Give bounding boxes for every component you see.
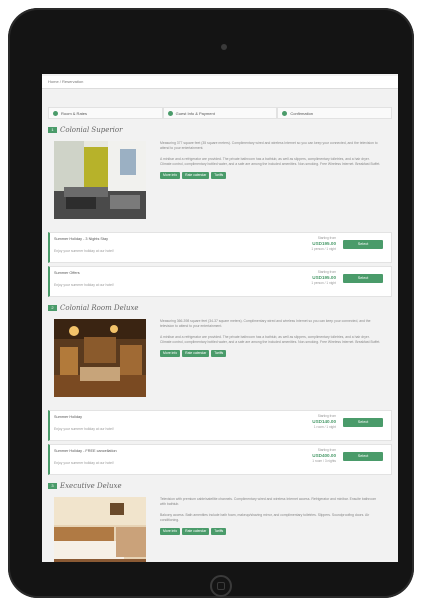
- room-card: 3 Executive Deluxe Television with premi…: [48, 479, 392, 562]
- rate-description: Enjoy your summer holiday at our hotel!: [54, 461, 114, 465]
- more-info-button[interactable]: More info: [160, 528, 181, 535]
- rate-calendar-button[interactable]: Rate calendar: [182, 350, 210, 357]
- room-description: Television with premium cable/satellite …: [160, 497, 377, 506]
- breadcrumb: Home / Reservation: [42, 76, 398, 89]
- rate-from-label: Starting from: [317, 270, 336, 274]
- rate-from-label: Starting from: [317, 236, 336, 240]
- room-card: 1 Colonial Superior Measuring 377 square…: [48, 123, 392, 297]
- step-icon: [53, 110, 58, 116]
- room-description: A minibar and a refrigerator are provide…: [160, 157, 381, 166]
- rate-price: USD195.00: [312, 275, 336, 280]
- select-button[interactable]: Select: [343, 418, 383, 427]
- rate-calendar-button[interactable]: Rate calendar: [182, 528, 210, 535]
- home-button[interactable]: [210, 575, 232, 597]
- rate-row: Summer Holiday - FREE cancellation Enjoy…: [48, 444, 392, 475]
- tablet-frame: Home / Reservation Room & Rates Guest In…: [8, 8, 414, 598]
- room-description: Measuring 377 square feet (35 square met…: [160, 141, 378, 150]
- rate-description: Enjoy your summer holiday at our hotel!: [54, 283, 114, 287]
- select-button[interactable]: Select: [343, 240, 383, 249]
- rate-name: Summer Offers: [54, 271, 80, 275]
- room-number-badge: 1: [48, 127, 57, 133]
- tariffs-button[interactable]: Tariffs: [211, 172, 227, 179]
- rate-name: Summer Holiday - FREE cancellation: [54, 449, 117, 453]
- step-room-rates[interactable]: Room & Rates: [48, 107, 163, 119]
- room-number-badge: 3: [48, 483, 57, 489]
- step-label: Confirmation: [290, 110, 314, 116]
- room-description: Measuring 366-398 square feet (34-37 squ…: [160, 319, 371, 328]
- screen: Home / Reservation Room & Rates Guest In…: [42, 74, 398, 562]
- room-photo: [54, 141, 146, 219]
- booking-steps: Room & Rates Guest Info & Payment Confir…: [48, 107, 393, 119]
- tariffs-button[interactable]: Tariffs: [211, 528, 227, 535]
- rate-price: USD195.00: [312, 241, 336, 246]
- room-header: 3 Executive Deluxe: [48, 479, 392, 493]
- room-photo: [54, 319, 146, 397]
- step-icon: [282, 110, 288, 116]
- room-description: Balcony access. Bath amenities include b…: [160, 513, 370, 522]
- rate-description: Enjoy your summer holiday at our hotel!: [54, 427, 114, 431]
- rate-from-label: Starting from: [317, 414, 336, 418]
- rate-nights: 1 room / 1 night: [313, 425, 336, 429]
- rate-nights: 1 room / 3 nights: [312, 459, 336, 463]
- room-card: 2 Colonial Room Deluxe Measuring 366-398…: [48, 301, 392, 475]
- room-number-badge: 2: [48, 305, 57, 311]
- step-guest-info[interactable]: Guest Info & Payment: [162, 107, 278, 119]
- rate-from-label: Starting from: [317, 448, 336, 452]
- rate-nights: 1 person / 1 night: [311, 281, 336, 285]
- select-button[interactable]: Select: [343, 452, 383, 461]
- rate-name: Summer Holiday: [54, 415, 83, 419]
- step-confirmation[interactable]: Confirmation: [277, 107, 393, 119]
- step-icon: [167, 110, 173, 116]
- select-button[interactable]: Select: [343, 274, 383, 283]
- rate-row: Summer Holiday Enjoy your summer holiday…: [48, 410, 392, 441]
- rate-description: Enjoy your summer holiday at our hotel!: [54, 249, 114, 253]
- room-header: 2 Colonial Room Deluxe: [48, 301, 392, 315]
- rate-row: Summer Offers Enjoy your summer holiday …: [48, 266, 392, 297]
- tariffs-button[interactable]: Tariffs: [211, 350, 227, 357]
- room-title: Executive Deluxe: [60, 482, 122, 490]
- rate-row: Summer Holiday - 3 Nights Stay Enjoy you…: [48, 232, 392, 263]
- more-info-button[interactable]: More info: [160, 172, 181, 179]
- room-description: A minibar and a refrigerator are provide…: [160, 335, 381, 344]
- room-title: Colonial Room Deluxe: [60, 304, 139, 312]
- rate-calendar-button[interactable]: Rate calendar: [182, 172, 210, 179]
- room-title: Colonial Superior: [60, 126, 123, 134]
- camera-icon: [221, 44, 227, 50]
- rate-nights: 1 person / 1 night: [311, 247, 336, 251]
- rate-price: USD140.00: [312, 419, 336, 424]
- more-info-button[interactable]: More info: [160, 350, 181, 357]
- rate-name: Summer Holiday - 3 Nights Stay: [54, 237, 109, 241]
- rate-price: USD400.00: [312, 453, 336, 458]
- step-label: Room & Rates: [61, 110, 88, 116]
- room-photo: [54, 497, 146, 562]
- room-header: 1 Colonial Superior: [48, 123, 392, 137]
- step-label: Guest Info & Payment: [175, 110, 215, 116]
